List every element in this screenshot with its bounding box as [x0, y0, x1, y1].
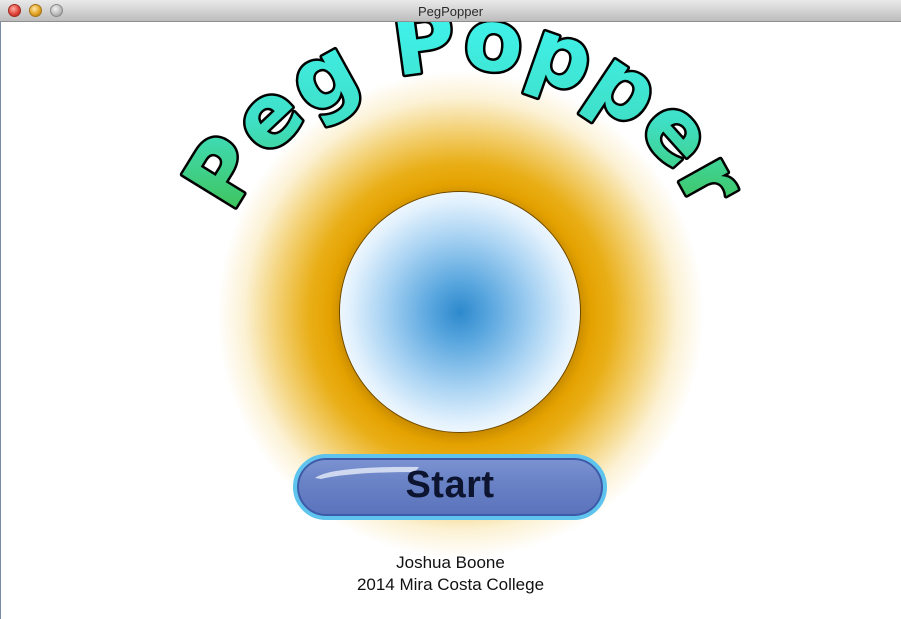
credits: Joshua Boone 2014 Mira Costa College [0, 552, 901, 596]
start-label: Start [405, 464, 495, 506]
affiliation: 2014 Mira Costa College [356, 575, 545, 594]
window-title: PegPopper [417, 4, 484, 19]
title-screen: Peg Popper Start Joshua Boone 2014 Mira … [0, 22, 901, 619]
logo-text: Peg Popper [164, 22, 766, 225]
game-logo: Peg Popper [162, 22, 767, 228]
author-name: Joshua Boone [396, 553, 505, 572]
app-window: PegPopper Peg Popper Start Joshua Boone … [0, 0, 901, 619]
start-button[interactable]: Start [293, 454, 607, 520]
title-bar[interactable]: PegPopper [0, 0, 901, 22]
